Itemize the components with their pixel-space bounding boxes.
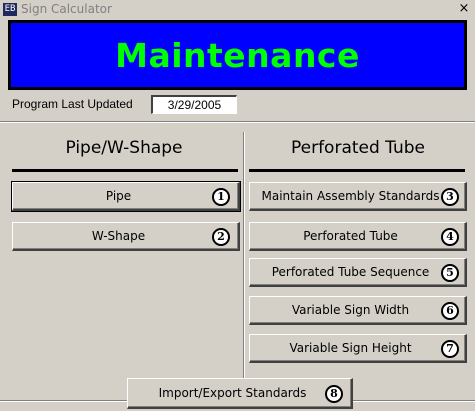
step-number-1: 1 xyxy=(212,188,230,206)
variable-sign-width-button[interactable]: Variable Sign Width 6 xyxy=(249,296,467,325)
maintain-assembly-standards-button[interactable]: Maintain Assembly Standards 3 xyxy=(249,182,467,211)
pipe-header-rule xyxy=(12,169,238,172)
w-shape-button[interactable]: W-Shape 2 xyxy=(12,222,240,251)
pipe-w-shape-header: Pipe/W-Shape xyxy=(65,138,183,158)
step-number-4: 4 xyxy=(441,228,459,246)
pipe-button[interactable]: Pipe 1 xyxy=(11,181,241,212)
perforated-tube-label: Perforated Tube xyxy=(303,229,398,243)
w-shape-button-label: W-Shape xyxy=(91,229,146,243)
maintenance-banner: Maintenance xyxy=(8,20,467,90)
program-updated-field[interactable]: 3/29/2005 xyxy=(151,95,237,114)
perforated-header-rule xyxy=(249,169,465,172)
step-number-3: 3 xyxy=(441,188,459,206)
import-export-standards-button[interactable]: Import/Export Standards 8 xyxy=(127,378,353,409)
program-updated-label: Program Last Updated xyxy=(12,97,133,111)
form-icon: EB xyxy=(3,3,17,16)
close-button[interactable]: × xyxy=(457,1,471,17)
window-title: Sign Calculator xyxy=(21,2,112,16)
perforated-tube-sequence-button[interactable]: Perforated Tube Sequence 5 xyxy=(249,258,467,287)
section-divider xyxy=(243,132,245,400)
step-number-7: 7 xyxy=(441,340,459,358)
step-number-5: 5 xyxy=(441,264,459,282)
variable-sign-height-label: Variable Sign Height xyxy=(289,341,412,355)
perforated-tube-button[interactable]: Perforated Tube 4 xyxy=(249,222,467,251)
step-number-2: 2 xyxy=(212,228,230,246)
maintain-assembly-standards-label: Maintain Assembly Standards xyxy=(261,189,440,203)
variable-sign-height-button[interactable]: Variable Sign Height 7 xyxy=(249,334,467,363)
step-number-8: 8 xyxy=(325,385,343,403)
top-divider xyxy=(0,121,475,123)
pipe-button-label: Pipe xyxy=(105,189,132,203)
step-number-6: 6 xyxy=(441,302,459,320)
perforated-tube-header: Perforated Tube xyxy=(290,138,426,158)
banner-title: Maintenance xyxy=(115,35,360,75)
variable-sign-width-label: Variable Sign Width xyxy=(291,303,410,317)
import-export-standards-label: Import/Export Standards xyxy=(158,386,307,400)
perforated-tube-sequence-label: Perforated Tube Sequence xyxy=(271,265,430,279)
title-bar: EB Sign Calculator × xyxy=(0,0,475,20)
